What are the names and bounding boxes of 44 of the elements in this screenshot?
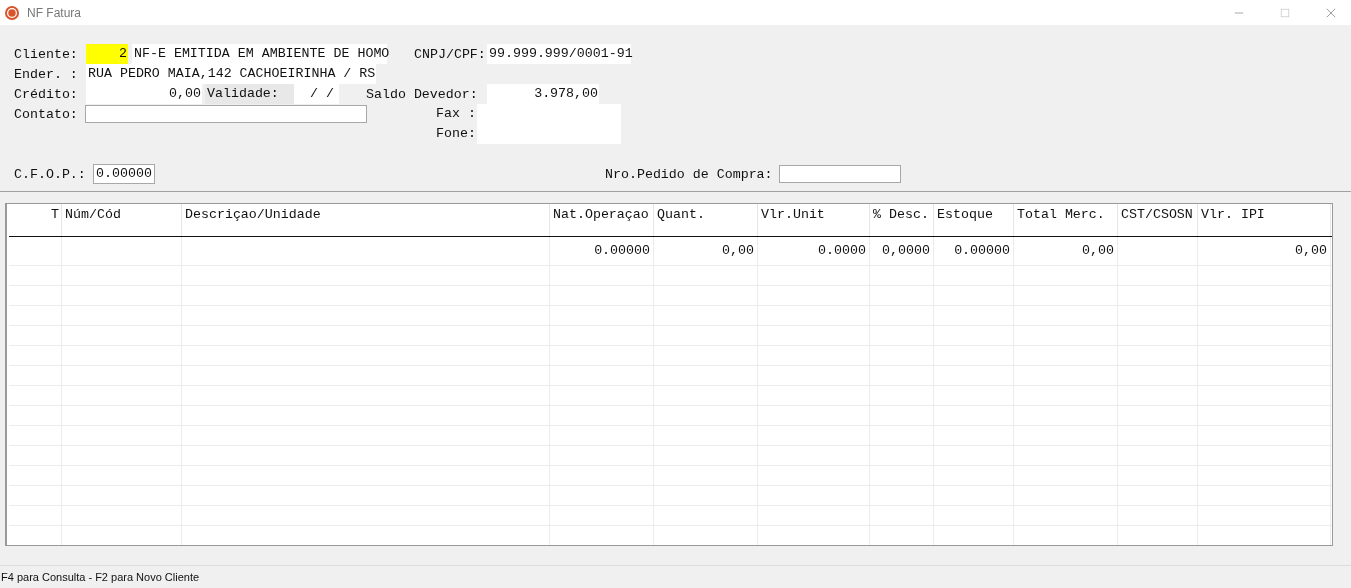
column-header: Total Merc. [1014,204,1118,236]
close-icon[interactable] [1326,7,1336,18]
client-name: NF-E EMITIDA EM AMBIENTE DE HOMO [132,44,387,64]
column-header: CST/CSOSN [1118,204,1198,236]
column-header: Vlr.Unit [758,204,870,236]
field-label: CNPJ/CPF: [414,46,487,62]
table-cell: 0,0000 [882,243,930,258]
column-header: T [9,204,62,236]
app-logo-icon [5,5,19,20]
field-label: Fax : [436,105,477,123]
column-header: Vlr. IPI [1198,204,1331,236]
table-cell: 0,00 [1295,243,1327,258]
field-label: Contato: [14,106,79,122]
field-label: Crédito: [14,86,79,102]
maximize-icon[interactable] [1280,7,1290,18]
table-cell: 0,00 [722,243,754,258]
field-label: Cliente: [14,46,79,62]
cnpj-value: 99.999.999/0001-91 [487,44,631,64]
order-number-field[interactable] [779,165,901,183]
window-title: NF Fatura [27,5,81,20]
field-label: Nro.Pedido de Compra: [605,166,774,182]
column-header: Nat.Operaçao [550,204,654,236]
client-code-field[interactable]: 2 [86,44,128,64]
validity-field[interactable]: / / [294,84,339,104]
table-cell: 0.0000 [818,243,866,258]
table-cell: 0,00 [1082,243,1114,258]
address-value: RUA PEDRO MAIA,142 CACHOEIRINHA / RS [86,64,376,84]
column-header: Quant. [654,204,758,236]
field-label: Validade: [205,84,294,104]
column-header: % Desc. [870,204,934,236]
field-label: Ender. : [14,66,79,82]
balance-value: 3.978,00 [487,84,599,104]
status-bar: F4 para Consulta - F2 para Novo Cliente [0,565,1351,588]
field-label: Fone: [436,125,477,143]
table-cell: 0.00000 [954,243,1010,258]
field-label: Saldo Devedor: [366,86,479,102]
column-header: Núm/Cód [62,204,182,236]
field-label: C.F.O.P.: [14,166,87,182]
cfop-field[interactable]: 0.00000 [93,164,155,184]
column-header: Estoque [934,204,1014,236]
column-header: Descriçao/Unidade [182,204,550,236]
contact-field[interactable] [85,105,367,123]
table-cell: 0.00000 [594,243,650,258]
credit-value: 0,00 [86,84,202,104]
